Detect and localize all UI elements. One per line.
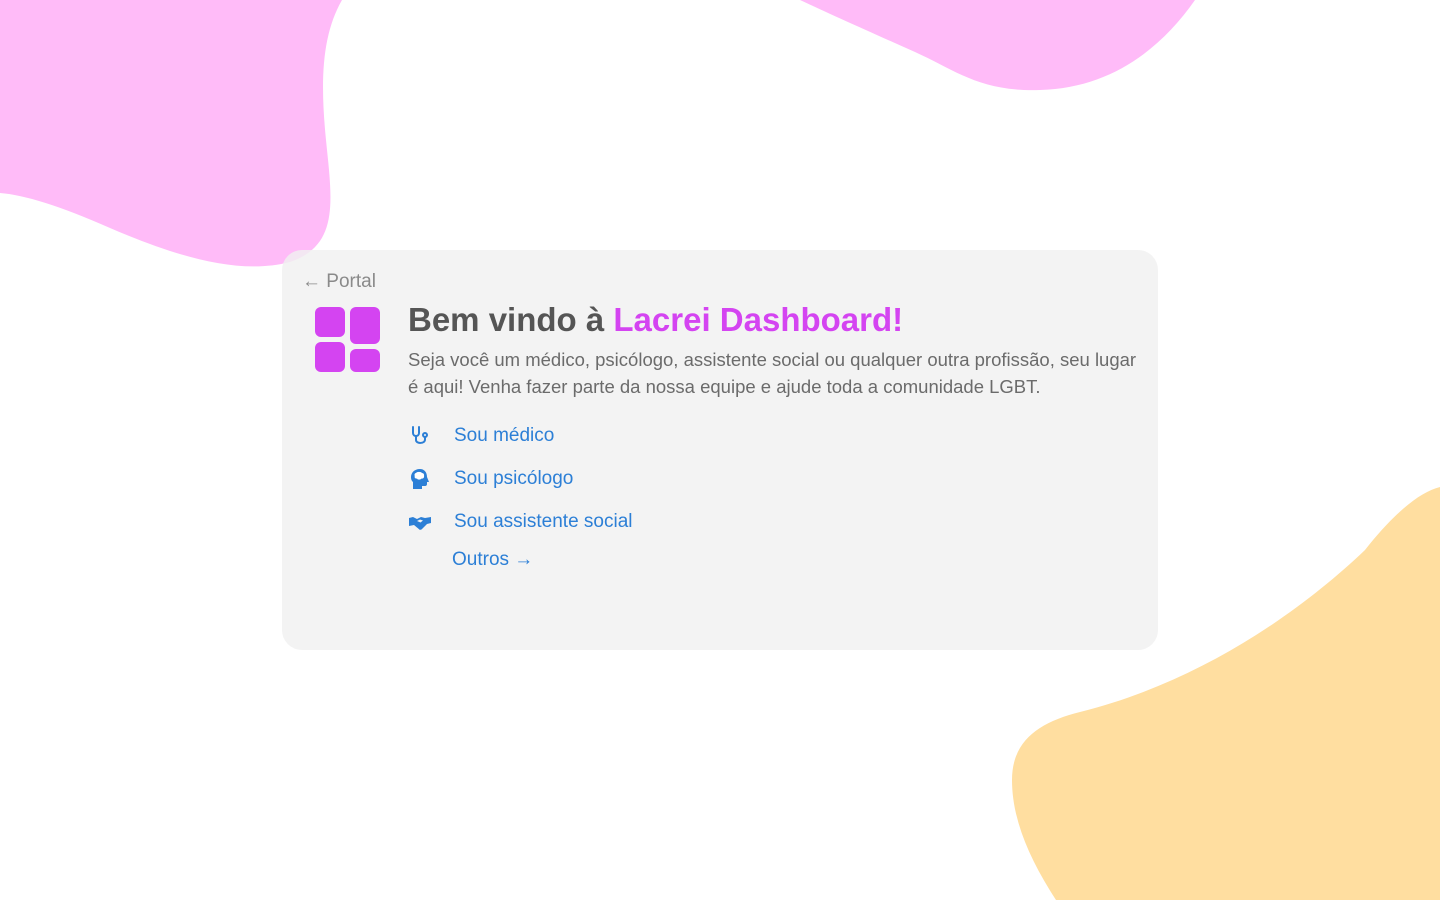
dashboard-grid-icon: [315, 307, 380, 372]
welcome-content: Bem vindo à Lacrei Dashboard! Seja você …: [408, 300, 1143, 571]
option-medico[interactable]: Sou médico: [408, 414, 1143, 457]
stethoscope-icon: [412, 425, 428, 444]
back-to-portal-link[interactable]: ← Portal: [302, 271, 376, 293]
handshake-icon: [409, 516, 431, 530]
welcome-card: ← Portal Bem vindo à Lacrei Dashboard! S…: [282, 250, 1158, 650]
page-title: Bem vindo à Lacrei Dashboard!: [408, 300, 1143, 340]
option-psicologo-label[interactable]: Sou psicólogo: [454, 468, 573, 490]
title-prefix: Bem vindo à: [408, 301, 614, 338]
option-assistente-social[interactable]: Sou assistente social: [408, 500, 1143, 543]
option-medico-label[interactable]: Sou médico: [454, 425, 554, 447]
pink-blob-top-right: [800, 0, 1195, 91]
profession-options: Sou médico Sou psicólogo Sou assistente …: [408, 414, 1143, 543]
intro-text: Seja você um médico, psicólogo, assisten…: [408, 349, 1137, 397]
option-assistente-social-label[interactable]: Sou assistente social: [454, 511, 633, 533]
pink-blob-top-left: [0, 0, 342, 267]
title-highlight: Lacrei Dashboard!: [613, 301, 904, 338]
others-link[interactable]: Outros →: [452, 549, 533, 571]
head-brain-icon: [411, 468, 429, 489]
option-psicologo[interactable]: Sou psicólogo: [408, 457, 1143, 500]
